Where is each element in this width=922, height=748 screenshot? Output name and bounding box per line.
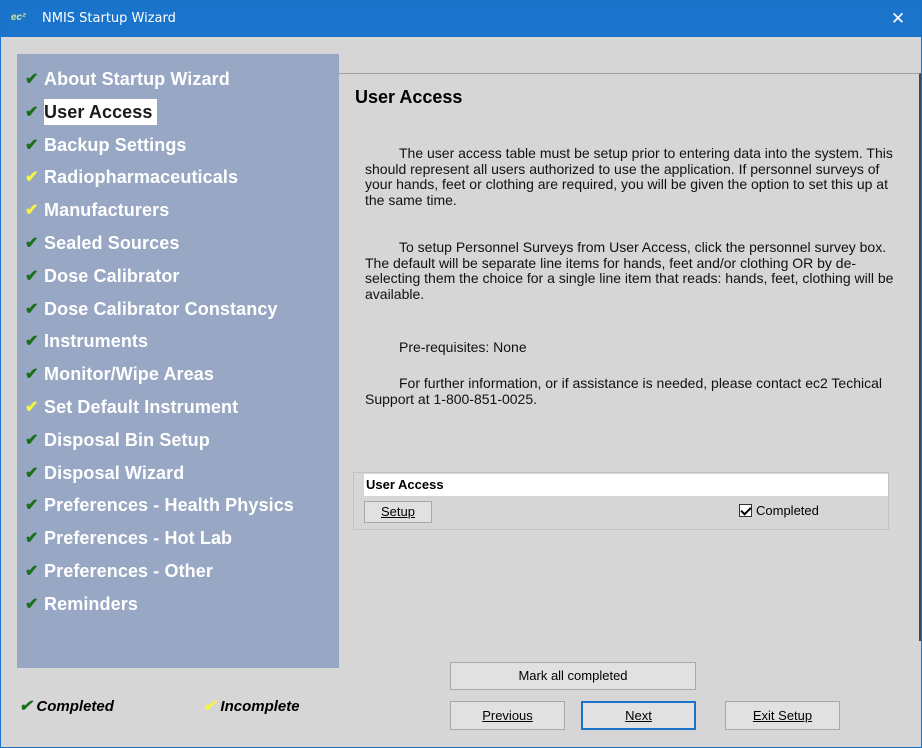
sidebar-item-label: Instruments xyxy=(44,331,149,352)
check-incomplete-icon: ✔ xyxy=(203,698,217,715)
description-paragraph-2: To setup Personnel Surveys from User Acc… xyxy=(365,239,894,302)
sidebar-item-preferences-hot-lab[interactable]: ✔ Preferences - Hot Lab xyxy=(17,525,339,551)
task-group-box: User Access Setup Completed xyxy=(353,472,889,530)
sidebar-item-disposal-wizard[interactable]: ✔ Disposal Wizard xyxy=(17,460,339,486)
sidebar-item-label: Disposal Bin Setup xyxy=(44,429,210,450)
next-button[interactable]: Next xyxy=(581,701,696,730)
step-content-panel: User Access The user access table must b… xyxy=(339,73,921,641)
sidebar-item-monitor-wipe-areas[interactable]: ✔ Monitor/Wipe Areas xyxy=(17,361,339,387)
previous-button[interactable]: Previous xyxy=(450,701,565,730)
sidebar-item-label: About Startup Wizard xyxy=(44,69,230,89)
sidebar-item-label: Preferences - Other xyxy=(44,561,213,581)
check-completed-icon: ✔ xyxy=(25,464,39,482)
sidebar-item-dose-calibrator-constancy[interactable]: ✔ Dose Calibrator Constancy xyxy=(17,296,339,322)
task-header: User Access xyxy=(364,474,888,496)
sidebar-item-label: Radiopharmaceuticals xyxy=(44,167,239,188)
sidebar-item-label: Reminders xyxy=(44,593,138,614)
check-completed-icon: ✔ xyxy=(25,136,39,154)
support-info-text: For further information, or if assistanc… xyxy=(365,375,882,407)
check-incomplete-icon: ✔ xyxy=(25,169,39,187)
sidebar-item-instruments[interactable]: ✔ Instruments xyxy=(17,328,339,354)
check-completed-icon: ✔ xyxy=(25,366,39,384)
check-completed-icon: ✔ xyxy=(25,103,39,121)
sidebar-item-reminders[interactable]: ✔ Reminders xyxy=(17,591,339,617)
check-completed-icon: ✔ xyxy=(25,530,39,548)
sidebar-item-label: Sealed Sources xyxy=(44,233,180,253)
check-completed-icon: ✔ xyxy=(25,333,39,351)
prerequisites-text: Pre-requisites: None xyxy=(399,339,527,355)
check-incomplete-icon: ✔ xyxy=(25,202,39,220)
sidebar-item-label: Set Default Instrument xyxy=(44,397,239,417)
legend-incomplete: ✔ Incomplete xyxy=(203,698,300,715)
completed-checkbox-label: Completed xyxy=(756,503,819,518)
check-completed-icon: ✔ xyxy=(25,267,39,285)
check-completed-icon: ✔ xyxy=(25,563,39,580)
page-title: User Access xyxy=(355,87,463,107)
mark-all-completed-button[interactable]: Mark all completed xyxy=(450,662,696,690)
sidebar-item-label: Manufacturers xyxy=(44,200,170,221)
sidebar-item-preferences-other[interactable]: ✔ Preferences - Other xyxy=(17,558,339,584)
sidebar-item-sealed-sources[interactable]: ✔ Sealed Sources xyxy=(17,230,339,256)
checkbox-checked-icon[interactable] xyxy=(739,504,752,517)
sidebar-item-label: Dose Calibrator xyxy=(44,265,180,286)
title-bar[interactable]: ec² NMIS Startup Wizard ✕ xyxy=(1,1,921,37)
sidebar-item-label: User Access xyxy=(44,98,157,125)
sidebar-item-about-startup-wizard[interactable]: ✔ About Startup Wizard xyxy=(17,66,339,92)
check-completed-icon: ✔ xyxy=(19,698,33,715)
check-completed-icon: ✔ xyxy=(25,595,39,613)
check-completed-icon: ✔ xyxy=(25,71,39,88)
app-logo-icon: ec² xyxy=(11,12,26,23)
setup-button[interactable]: Setup xyxy=(364,501,432,523)
legend-completed: ✔ Completed xyxy=(19,698,114,715)
sidebar-item-radiopharmaceuticals[interactable]: ✔ Radiopharmaceuticals xyxy=(17,164,339,190)
description-paragraph-1: The user access table must be setup prio… xyxy=(365,145,893,208)
sidebar-item-label: Dose Calibrator Constancy xyxy=(44,298,278,319)
exit-setup-button[interactable]: Exit Setup xyxy=(725,701,840,730)
close-button[interactable]: ✕ xyxy=(875,1,921,37)
completed-checkbox[interactable]: Completed xyxy=(739,503,819,518)
check-completed-icon: ✔ xyxy=(25,235,39,252)
startup-wizard-window: ec² NMIS Startup Wizard ✕ ✔ About Startup… xyxy=(0,0,922,748)
sidebar-item-label: Preferences - Health Physics xyxy=(44,495,294,516)
sidebar-item-backup-settings[interactable]: ✔ Backup Settings xyxy=(17,132,339,158)
sidebar-item-label: Backup Settings xyxy=(44,134,187,155)
check-completed-icon: ✔ xyxy=(25,300,39,318)
sidebar-item-label: Preferences - Hot Lab xyxy=(44,528,233,549)
sidebar-item-manufacturers[interactable]: ✔ Manufacturers xyxy=(17,197,339,223)
sidebar-item-disposal-bin-setup[interactable]: ✔ Disposal Bin Setup xyxy=(17,427,339,453)
check-completed-icon: ✔ xyxy=(25,431,39,449)
sidebar-item-dose-calibrator[interactable]: ✔ Dose Calibrator xyxy=(17,263,339,289)
window-title: NMIS Startup Wizard xyxy=(42,11,176,26)
sidebar-item-user-access[interactable]: ✔ User Access xyxy=(17,98,339,125)
check-completed-icon: ✔ xyxy=(25,497,39,515)
sidebar-item-label: Disposal Wizard xyxy=(44,462,185,483)
sidebar-item-label: Monitor/Wipe Areas xyxy=(44,364,214,385)
check-incomplete-icon: ✔ xyxy=(25,399,39,416)
sidebar-item-preferences-health-physics[interactable]: ✔ Preferences - Health Physics xyxy=(17,492,339,518)
close-icon: ✕ xyxy=(890,9,906,28)
sidebar-item-set-default-instrument[interactable]: ✔ Set Default Instrument xyxy=(17,394,339,420)
wizard-step-list: ✔ About Startup Wizard ✔ User Access ✔ Backup… xyxy=(17,54,339,668)
